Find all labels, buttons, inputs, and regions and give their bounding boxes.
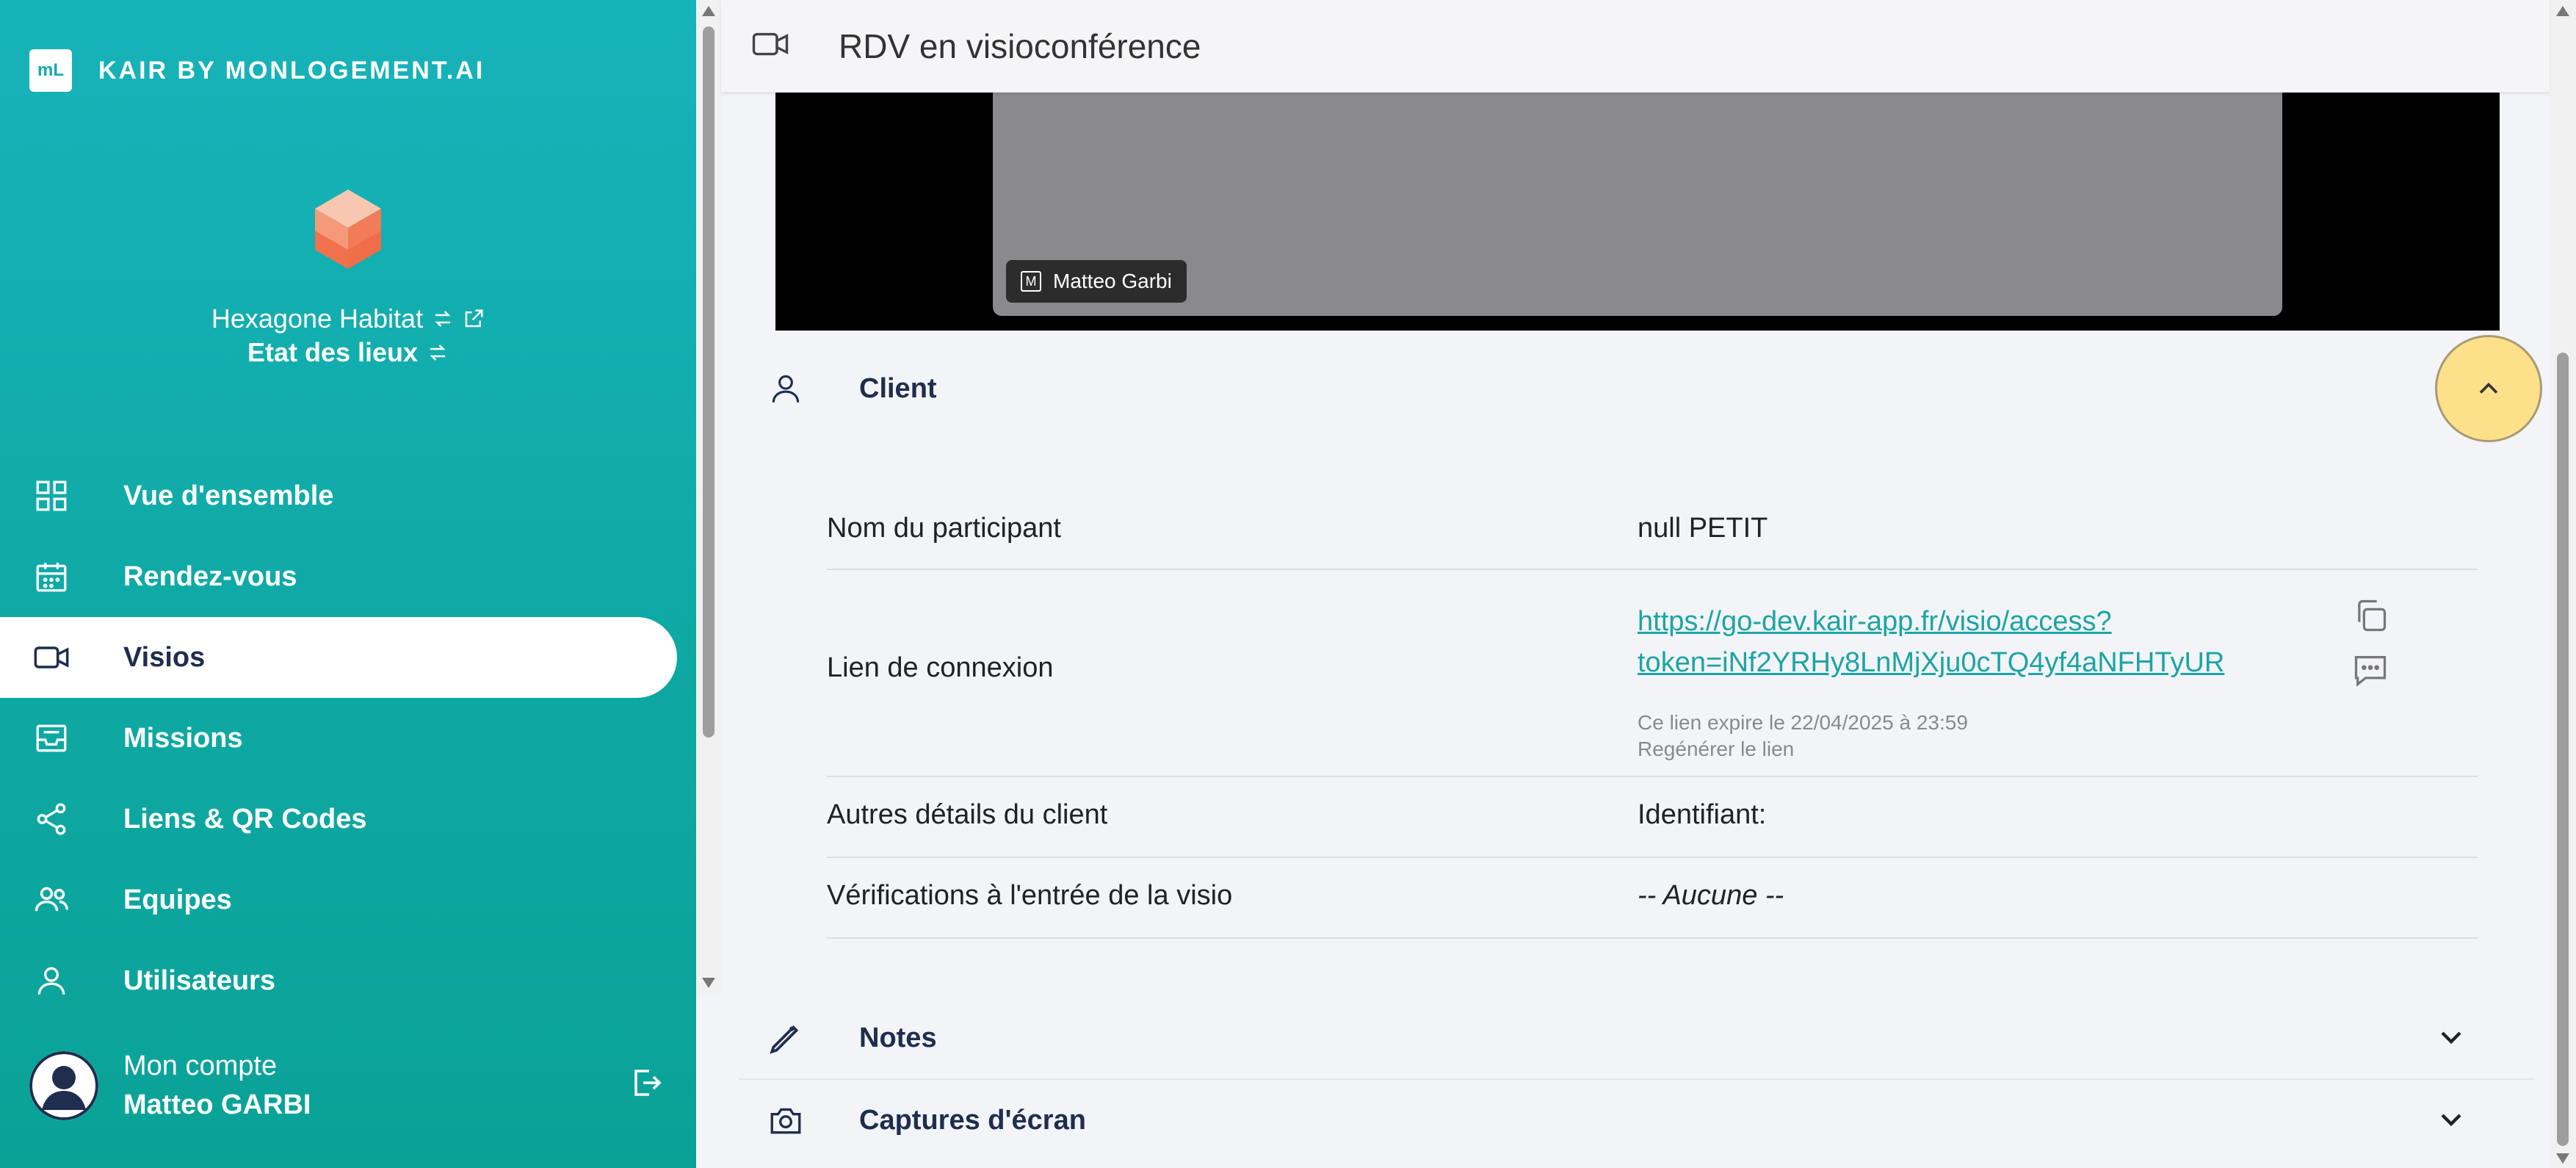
scrollbar-thumb[interactable] (2557, 353, 2569, 1146)
page-header: RDV en visioconférence (721, 0, 2550, 93)
copy-icon[interactable] (2351, 596, 2389, 642)
account-text: Mon compte Matteo GARBI (123, 1050, 311, 1121)
row-label: Vérifications à l'entrée de la visio (827, 880, 1233, 911)
user-icon (31, 960, 72, 1001)
sidebar-scrollbar[interactable] (696, 0, 721, 995)
external-link-icon[interactable] (463, 308, 485, 330)
scroll-down-arrow[interactable] (702, 978, 715, 988)
section-title: Captures d'écran (859, 1104, 1086, 1136)
checks-value: -- Aucune -- (1638, 880, 1784, 911)
camera-icon (765, 1100, 806, 1141)
account-label: Mon compte (123, 1050, 278, 1081)
brand-name: KAIR BY MONLOGEMENT.AI (98, 56, 485, 84)
team-icon (31, 879, 72, 920)
table-row: Lien de connexion https://go-dev.kair-ap… (827, 570, 2478, 777)
table-row: Vérifications à l'entrée de la visio -- … (827, 858, 2478, 939)
connection-link[interactable]: https://go-dev.kair-app.fr/visio/access?… (1638, 601, 2224, 683)
main-scrollbar[interactable] (2550, 0, 2576, 1168)
brand[interactable]: mL KAIR BY MONLOGEMENT.AI (29, 48, 485, 93)
participant-video-tile[interactable]: M Matteo Garbi (993, 93, 2282, 316)
nav-item-links-qr[interactable]: Liens & QR Codes (0, 779, 696, 859)
nav-label: Missions (123, 722, 243, 754)
row-label: Nom du participant (827, 513, 1061, 544)
nav-label: Liens & QR Codes (123, 803, 367, 834)
pencil-icon (765, 1017, 806, 1059)
nav-item-users[interactable]: Utilisateurs (0, 940, 696, 1021)
row-label: Lien de connexion (827, 652, 1054, 683)
regenerate-link[interactable]: Regénérer le lien (1638, 736, 1968, 763)
link-expiry-text: Ce lien expire le 22/04/2025 à 23:59 (1638, 711, 1968, 734)
details-value: Identifiant: (1638, 799, 1767, 830)
calendar-icon (31, 556, 72, 597)
video-icon (750, 24, 790, 68)
main-nav: Vue d'ensemble Rendez-vous Visios Missio… (0, 455, 696, 1021)
connection-link-line2: token=iNf2YRHy8LnMjXju0cTQ4yf4aNFHTyUR (1638, 647, 2225, 678)
notes-section-header[interactable]: Notes (765, 998, 2513, 1078)
section-title: Notes (859, 1022, 937, 1053)
participant-name-tag: M Matteo Garbi (1006, 260, 1187, 303)
client-section-header[interactable]: Client (765, 348, 2513, 429)
nav-item-visios[interactable]: Visios (0, 617, 677, 698)
swap-icon[interactable] (432, 308, 454, 330)
row-label: Autres détails du client (827, 799, 1108, 830)
page-title: RDV en visioconférence (839, 26, 1201, 65)
section-title: Client (859, 372, 937, 404)
scroll-up-arrow[interactable] (702, 6, 715, 16)
nav-label: Equipes (123, 884, 232, 915)
avatar (29, 1051, 98, 1120)
participant-name: Matteo Garbi (1053, 270, 1172, 292)
link-expiry-info: Ce lien expire le 22/04/2025 à 23:59 Reg… (1638, 710, 1968, 763)
company-switcher[interactable]: Hexagone Habitat (0, 303, 696, 334)
nav-label: Utilisateurs (123, 965, 275, 996)
user-icon (765, 368, 806, 409)
nav-item-teams[interactable]: Equipes (0, 859, 696, 940)
organization-block: Hexagone Habitat Etat des lieux (0, 190, 696, 368)
video-call-area: M Matteo Garbi (775, 93, 2500, 331)
participant-badge: M (1021, 271, 1041, 292)
main-content: RDV en visioconférence M Matteo Garbi Cl… (721, 0, 2550, 1168)
scroll-down-arrow[interactable] (2556, 1153, 2569, 1164)
account-block[interactable]: Mon compte Matteo GARBI (29, 1050, 676, 1121)
table-row: Nom du participant null PETIT (827, 488, 2478, 570)
nav-label: Visios (123, 641, 206, 673)
nav-item-overview[interactable]: Vue d'ensemble (0, 455, 696, 536)
collapse-client-button[interactable] (2435, 335, 2542, 442)
connection-link-line1: https://go-dev.kair-app.fr/visio/access? (1638, 606, 2112, 637)
grid-icon (31, 475, 72, 516)
nav-label: Vue d'ensemble (123, 480, 334, 511)
swap-icon[interactable] (427, 342, 449, 364)
client-details-table: Nom du participant null PETIT Lien de co… (827, 488, 2478, 939)
nav-item-appointments[interactable]: Rendez-vous (0, 536, 696, 617)
scroll-up-arrow[interactable] (2556, 6, 2569, 16)
share-icon (31, 799, 72, 840)
video-icon (31, 637, 72, 678)
company-name: Hexagone Habitat (211, 303, 424, 334)
mode-name: Etat des lieux (247, 337, 419, 367)
company-cube-icon (315, 190, 381, 269)
mode-switcher[interactable]: Etat des lieux (0, 337, 696, 368)
nav-item-missions[interactable]: Missions (0, 698, 696, 779)
participant-value: null PETIT (1638, 513, 1768, 544)
screenshots-section-header[interactable]: Captures d'écran (765, 1080, 2513, 1161)
sidebar: mL KAIR BY MONLOGEMENT.AI Hexagone Habit… (0, 0, 696, 1168)
logout-icon[interactable] (629, 1065, 664, 1104)
message-icon[interactable] (2351, 651, 2389, 696)
brand-logo: mL (29, 49, 72, 92)
table-row: Autres détails du client Identifiant: (827, 777, 2478, 858)
chevron-down-icon[interactable] (2434, 1020, 2469, 1059)
scrollbar-thumb[interactable] (703, 26, 714, 738)
chevron-down-icon[interactable] (2434, 1102, 2469, 1141)
account-name: Matteo GARBI (123, 1089, 311, 1120)
inbox-icon (31, 718, 72, 759)
nav-label: Rendez-vous (123, 560, 297, 592)
